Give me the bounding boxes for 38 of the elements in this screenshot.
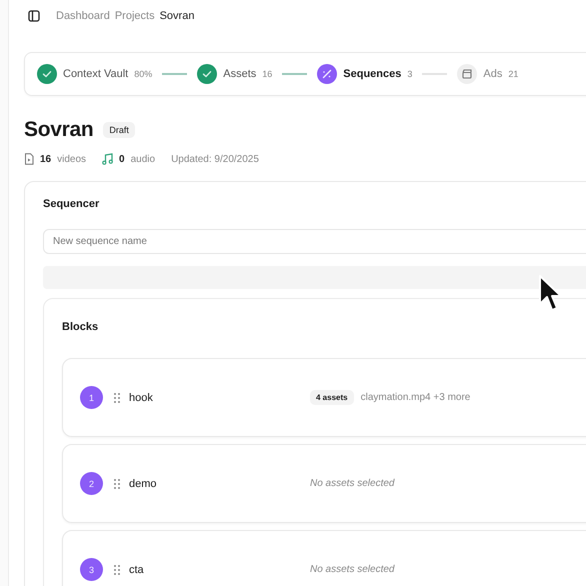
video-label: videos: [57, 154, 86, 164]
block-card[interactable]: 2 demo No assets selected: [62, 444, 586, 523]
step-number: 3: [80, 558, 103, 581]
sequencer-title: Sequencer: [43, 198, 100, 210]
video-file-icon: [24, 153, 34, 165]
drag-handle-icon: [114, 392, 120, 402]
step-number: 2: [80, 472, 103, 495]
block-name: hook: [129, 392, 154, 404]
sidebar-toggle-button[interactable]: [26, 8, 42, 24]
block-card[interactable]: 3 cta No assets selected: [62, 530, 586, 586]
music-note-icon: [102, 153, 114, 165]
drag-handle-icon: [114, 478, 120, 488]
updated-date: Updated: 9/20/2025: [171, 154, 259, 164]
video-count: 16: [40, 154, 52, 164]
blocks-title: Blocks: [62, 321, 100, 333]
step-count: 80%: [134, 69, 152, 79]
status-badge: Draft: [103, 122, 135, 138]
project-title: Sovran: [24, 118, 94, 142]
breadcrumb-link[interactable]: Sovran: [160, 10, 194, 22]
block-name: demo: [129, 478, 158, 490]
drag-handle-icon: [114, 564, 120, 574]
asset-count-badge: 4 assets: [310, 390, 354, 405]
step-count: 21: [508, 69, 518, 79]
audio-label: audio: [130, 154, 156, 164]
step-number: 1: [80, 386, 103, 409]
empty-note: No assets selected: [310, 478, 394, 489]
step-count: 3: [407, 69, 412, 79]
step-count: 16: [262, 69, 272, 79]
audio-count: 0: [119, 154, 125, 164]
step-label[interactable]: Sequences: [343, 68, 402, 80]
step-label[interactable]: Ads: [483, 68, 502, 80]
step-label[interactable]: Assets: [223, 68, 256, 80]
sequence-name-field[interactable]: New sequence name: [43, 229, 586, 254]
asset-files: claymation.mp4 +3 more: [360, 392, 470, 403]
block-name: cta: [129, 564, 145, 576]
empty-note: No assets selected: [310, 564, 394, 575]
step-label[interactable]: Context Vault: [63, 68, 128, 80]
block-card[interactable]: 1 hook 4 assets claymation.mp4 +3 more: [62, 358, 586, 437]
